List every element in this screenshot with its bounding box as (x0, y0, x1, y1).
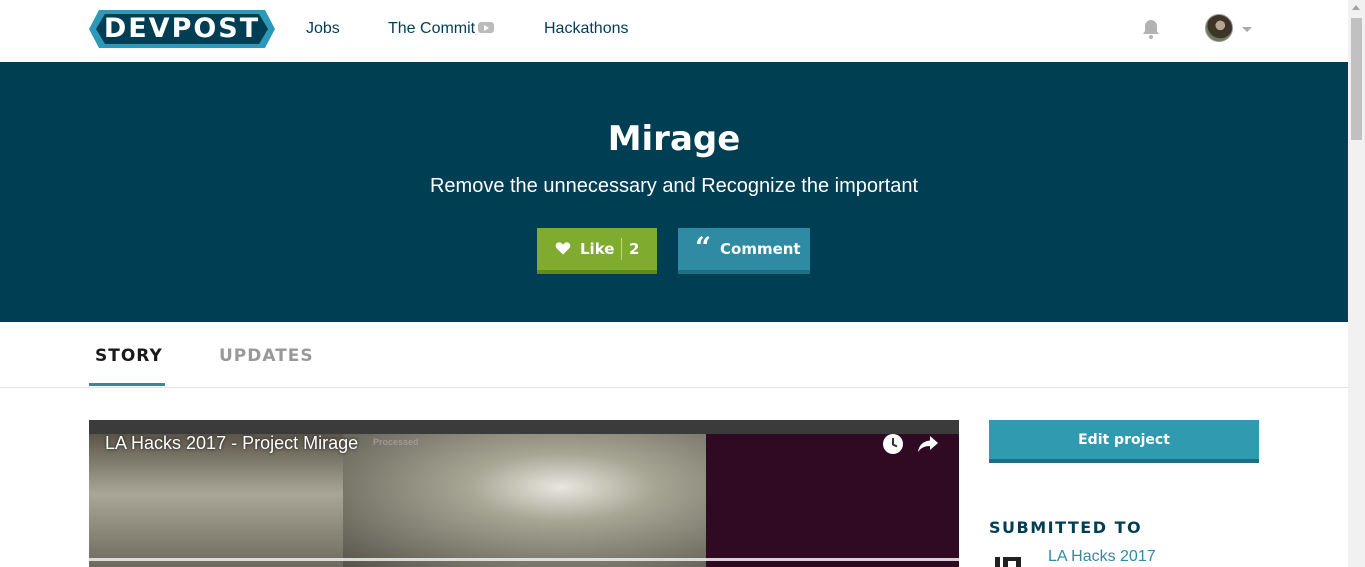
tab-story[interactable]: STORY (95, 346, 163, 366)
youtube-icon (478, 22, 495, 33)
edit-project-button[interactable]: Edit project (989, 420, 1259, 463)
video-frame-line (89, 558, 959, 561)
clock-icon[interactable] (882, 433, 904, 455)
nav-link-the-commit[interactable]: The Commit (388, 19, 495, 39)
video-status-text: Processed (373, 437, 419, 447)
active-tab-indicator (89, 383, 165, 386)
like-button[interactable]: Like 2 (537, 228, 657, 274)
page-scrollbar[interactable] (1348, 0, 1365, 567)
project-tabs: STORY UPDATES (0, 322, 1348, 388)
scroll-up-arrow-icon[interactable] (1352, 5, 1360, 10)
like-divider (621, 238, 622, 260)
devpost-logo[interactable]: DEVPOST (89, 10, 275, 48)
scrollbar-thumb[interactable] (1351, 18, 1362, 140)
logo-text: DEVPOST (103, 13, 261, 44)
nav-link-hackathons[interactable]: Hackathons (544, 19, 629, 39)
nav-link-jobs[interactable]: Jobs (306, 19, 340, 39)
quote-icon: “ (695, 231, 712, 264)
hackathon-logo[interactable] (993, 553, 1025, 567)
comment-button[interactable]: “ Comment (678, 228, 810, 274)
comment-label: Comment (720, 240, 801, 258)
nav-link-the-commit-label: The Commit (388, 20, 476, 37)
project-title: Mirage (607, 119, 741, 159)
video-player[interactable]: LA Hacks 2017 - Project Mirage Processed (89, 420, 959, 567)
like-label: Like (580, 240, 615, 258)
video-frame-center (343, 434, 706, 567)
video-title[interactable]: LA Hacks 2017 - Project Mirage (105, 432, 358, 454)
tab-updates[interactable]: UPDATES (219, 346, 314, 366)
chevron-down-icon[interactable] (1242, 27, 1252, 32)
top-navbar: DEVPOST Jobs The Commit Hackathons (0, 0, 1348, 62)
submitted-to-heading: SUBMITTED TO (989, 518, 1143, 537)
hackathon-link[interactable]: LA Hacks 2017 (1048, 547, 1156, 567)
project-header: Mirage Remove the unnecessary and Recogn… (0, 62, 1348, 322)
bell-icon[interactable] (1139, 17, 1163, 41)
heart-icon (555, 242, 571, 255)
share-icon[interactable] (917, 434, 939, 454)
like-count: 2 (629, 240, 640, 258)
avatar[interactable] (1205, 14, 1233, 42)
project-tagline: Remove the unnecessary and Recognize the… (429, 175, 919, 197)
